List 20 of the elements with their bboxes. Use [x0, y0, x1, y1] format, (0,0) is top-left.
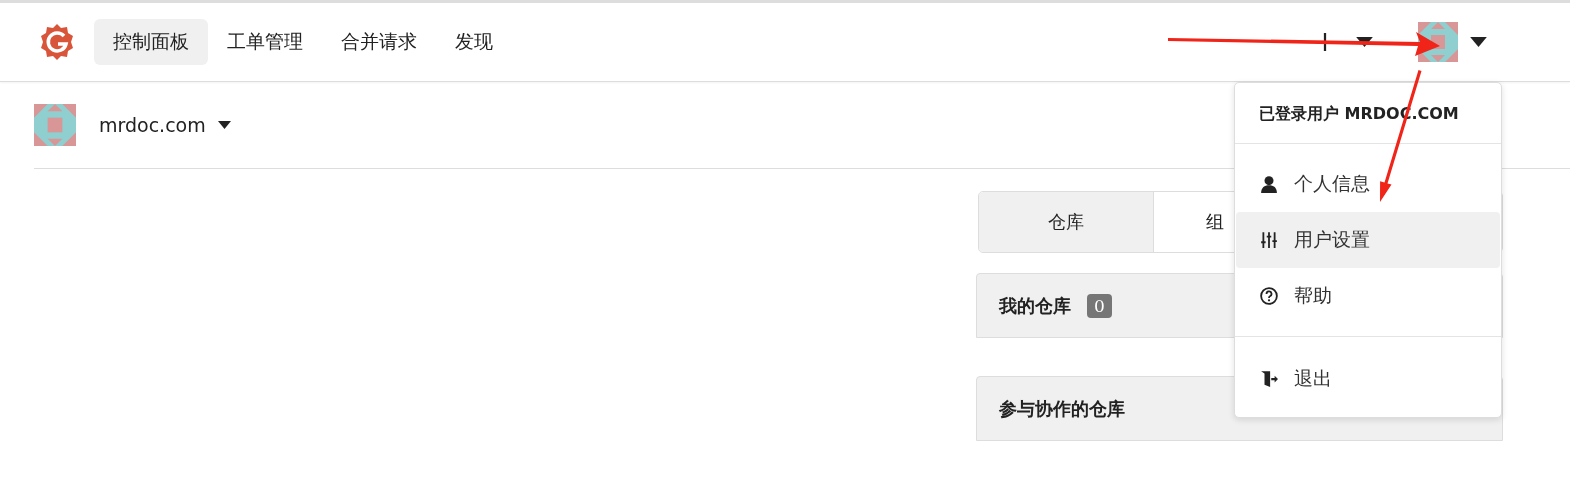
person-icon: [1260, 175, 1278, 193]
context-switcher[interactable]: mrdoc.com: [99, 114, 206, 136]
menu-item[interactable]: 退出: [1236, 351, 1500, 407]
caret-icon[interactable]: [1470, 37, 1487, 47]
caret-icon[interactable]: [217, 121, 231, 129]
count-badge: 0: [1087, 293, 1112, 318]
panel-title: 参与协作的仓库: [999, 396, 1125, 421]
tab[interactable]: 仓库: [979, 192, 1154, 252]
nav-tab[interactable]: 工单管理: [208, 19, 322, 65]
menu-item[interactable]: 个人信息: [1236, 156, 1500, 212]
nav-tab[interactable]: 合并请求: [322, 19, 436, 65]
door-exit-icon: [1260, 370, 1278, 388]
nav-tab[interactable]: 控制面板: [94, 19, 208, 65]
menu-item[interactable]: 帮助: [1236, 268, 1500, 324]
menu-item[interactable]: 用户设置: [1236, 212, 1500, 268]
panel-title: 我的仓库: [999, 293, 1071, 318]
help-icon: [1260, 287, 1278, 305]
nav-tab[interactable]: 发现: [436, 19, 512, 65]
sliders-icon: [1260, 231, 1278, 249]
avatar-icon: [34, 104, 76, 146]
